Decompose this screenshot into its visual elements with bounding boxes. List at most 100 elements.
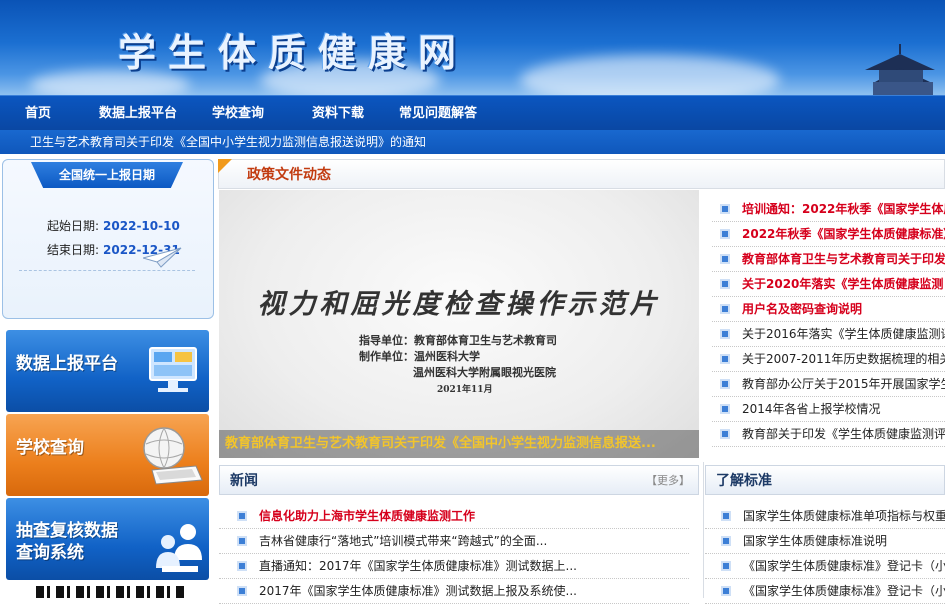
bullet-icon xyxy=(722,406,728,412)
list-item[interactable]: 2017年《国家学生体质健康标准》测试数据上报及系统使... xyxy=(219,579,689,604)
list-item[interactable]: 国家学生体质健康标准说明 xyxy=(705,529,945,554)
report-dates-box: 全国统一上报日期 起始日期: 2022-10-10 结束日期: 2022-12-31 xyxy=(2,159,214,319)
nav-item-downloads[interactable]: 资料下载 xyxy=(312,96,364,131)
list-item-text: 培训通知：2022年秋季《国家学生体质健康标准》 xyxy=(742,202,945,216)
policy-title: 政策文件动态 xyxy=(247,167,331,183)
list-item-text: 教育部关于印发《学生体质健康监测评 xyxy=(742,427,945,441)
news-header: 新闻 【更多】 xyxy=(219,465,699,495)
bullet-icon xyxy=(722,331,728,337)
list-item[interactable]: 吉林省健康行“落地式”培训模式带来“跨越式”的全面... xyxy=(219,529,689,554)
news-title: 新闻 xyxy=(230,473,258,489)
list-item-text: 2017年《国家学生体质健康标准》测试数据上报及系统使... xyxy=(259,584,577,598)
review-query-button[interactable]: 抽查复核数据 查询系统 xyxy=(6,498,209,580)
feature-line1: 指导单位：教育部体育卫生与艺术教育司 xyxy=(359,334,557,347)
feature-line4: 2021年11月 xyxy=(437,385,493,395)
data-platform-label: 数据上报平台 xyxy=(16,354,118,374)
nav-item-home[interactable]: 首页 xyxy=(25,96,51,131)
dashed-divider xyxy=(19,270,195,271)
list-item-text: 2022年秋季《国家学生体质健康标准》 xyxy=(742,227,945,241)
list-item-text: 信息化助力上海市学生体质健康监测工作 xyxy=(259,509,476,523)
list-item[interactable]: 2022年秋季《国家学生体质健康标准》 xyxy=(712,222,945,247)
column-divider xyxy=(703,462,704,598)
list-item-text: 国家学生体质健康标准说明 xyxy=(743,534,888,548)
list-item[interactable]: 2014年各省上报学校情况 xyxy=(712,397,945,422)
list-item-text: 教育部办公厅关于2015年开展国家学生 xyxy=(742,377,945,391)
list-item[interactable]: 直播通知：2017年《国家学生体质健康标准》测试数据上... xyxy=(219,554,689,579)
list-item[interactable]: 关于2016年落实《学生体质健康监测评 xyxy=(712,322,945,347)
bullet-icon xyxy=(722,356,728,362)
list-item[interactable]: 培训通知：2022年秋季《国家学生体质健康标准》 xyxy=(712,197,945,222)
list-item[interactable]: 《国家学生体质健康标准》登记卡（小 xyxy=(705,554,945,579)
list-item[interactable]: 教育部办公厅关于2015年开展国家学生 xyxy=(712,372,945,397)
nav-item-data-platform[interactable]: 数据上报平台 xyxy=(99,96,177,131)
list-item[interactable]: 《国家学生体质健康标准》登记卡（小 xyxy=(705,579,945,604)
banner-cloud xyxy=(520,55,780,95)
news-more-link[interactable]: 【更多】 xyxy=(646,466,690,496)
news-list: 信息化助力上海市学生体质健康监测工作 吉林省健康行“落地式”培训模式带来“跨越式… xyxy=(219,504,689,604)
standards-title: 了解标准 xyxy=(716,473,772,489)
start-date-label: 起始日期: xyxy=(47,219,100,233)
bullet-icon xyxy=(723,563,729,569)
standards-list: 国家学生体质健康标准单项指标与权重 国家学生体质健康标准说明 《国家学生体质健康… xyxy=(705,504,945,604)
marquee-link[interactable]: 卫生与艺术教育司关于印发《全国中小学生视力监测信息报送说明》的通知 xyxy=(30,130,426,154)
list-item[interactable]: 国家学生体质健康标准单项指标与权重 xyxy=(705,504,945,529)
bullet-icon xyxy=(722,231,728,237)
bullet-icon xyxy=(722,281,728,287)
nav-item-faq[interactable]: 常见问题解答 xyxy=(399,96,477,131)
paper-plane-icon xyxy=(143,247,182,268)
list-item-text: 2014年各省上报学校情况 xyxy=(742,402,881,416)
corner-accent xyxy=(218,159,232,173)
header-banner: 学生体质健康网 xyxy=(0,0,945,95)
main-nav: 首页 数据上报平台 学校查询 资料下载 常见问题解答 xyxy=(0,95,945,130)
bullet-icon xyxy=(722,206,728,212)
bullet-icon xyxy=(722,256,728,262)
feature-caption-link[interactable]: 教育部体育卫生与艺术教育司关于印发《全国中小学生视力监测信息报送... xyxy=(219,430,699,458)
monitor-icon xyxy=(149,347,197,392)
data-platform-button[interactable]: 数据上报平台 xyxy=(6,330,209,412)
bullet-icon xyxy=(239,563,245,569)
bullet-icon xyxy=(239,538,245,544)
list-item-text: 《国家学生体质健康标准》登记卡（小 xyxy=(743,584,945,598)
list-item[interactable]: 关于2007-2011年历史数据梳理的相关说 xyxy=(712,347,945,372)
start-date-value: 2022-10-10 xyxy=(103,219,180,233)
school-query-button[interactable]: 学校查询 xyxy=(6,414,209,496)
nav-item-school-query[interactable]: 学校查询 xyxy=(212,96,264,131)
list-item-text: 《国家学生体质健康标准》登记卡（小 xyxy=(743,559,945,573)
list-item[interactable]: 教育部体育卫生与艺术教育司关于印发 xyxy=(712,247,945,272)
list-item-text: 教育部体育卫生与艺术教育司关于印发 xyxy=(742,252,945,266)
list-item-text: 用户名及密码查询说明 xyxy=(742,302,863,316)
review-query-label-line2: 查询系统 xyxy=(16,543,84,563)
pavilion-icon xyxy=(865,44,935,95)
bullet-icon xyxy=(723,588,729,594)
feature-line2: 制作单位：温州医科大学 xyxy=(359,350,480,363)
bullet-icon xyxy=(723,513,729,519)
bullet-icon xyxy=(239,513,245,519)
feature-slide[interactable]: 视力和屈光度检查操作示范片 指导单位：教育部体育卫生与艺术教育司 制作单位：温州… xyxy=(219,190,699,458)
list-item-text: 吉林省健康行“落地式”培训模式带来“跨越式”的全面... xyxy=(259,534,548,548)
list-item-text: 国家学生体质健康标准单项指标与权重 xyxy=(743,509,945,523)
policy-list: 培训通知：2022年秋季《国家学生体质健康标准》 2022年秋季《国家学生体质健… xyxy=(712,197,945,447)
end-date-label: 结束日期: xyxy=(47,243,100,257)
announcement-marquee: 卫生与艺术教育司关于印发《全国中小学生视力监测信息报送说明》的通知 xyxy=(0,130,945,154)
policy-header: 政策文件动态 xyxy=(218,159,945,189)
list-item[interactable]: 信息化助力上海市学生体质健康监测工作 xyxy=(219,504,689,529)
globe-laptop-icon xyxy=(143,427,203,485)
bullet-icon xyxy=(239,588,245,594)
feature-title: 视力和屈光度检查操作示范片 xyxy=(257,289,661,320)
bullet-icon xyxy=(722,431,728,437)
list-item-text: 直播通知：2017年《国家学生体质健康标准》测试数据上... xyxy=(259,559,577,573)
list-item[interactable]: 用户名及密码查询说明 xyxy=(712,297,945,322)
list-item[interactable]: 教育部关于印发《学生体质健康监测评 xyxy=(712,422,945,447)
qr-code-partial xyxy=(36,586,186,598)
list-item-text: 关于2016年落实《学生体质健康监测评 xyxy=(742,327,945,341)
bullet-icon xyxy=(722,306,728,312)
bullet-icon xyxy=(722,381,728,387)
list-item-text: 关于2007-2011年历史数据梳理的相关说 xyxy=(742,352,945,366)
site-title: 学生体质健康网 xyxy=(118,31,469,75)
report-dates-title: 全国统一上报日期 xyxy=(31,162,183,188)
start-date-row: 起始日期: 2022-10-10 xyxy=(47,217,180,234)
school-query-label: 学校查询 xyxy=(16,438,84,458)
feature-line3: 温州医科大学附属眼视光医院 xyxy=(413,366,556,379)
review-query-label-line1: 抽查复核数据 xyxy=(16,521,118,541)
list-item[interactable]: 关于2020年落实《学生体质健康监测 xyxy=(712,272,945,297)
